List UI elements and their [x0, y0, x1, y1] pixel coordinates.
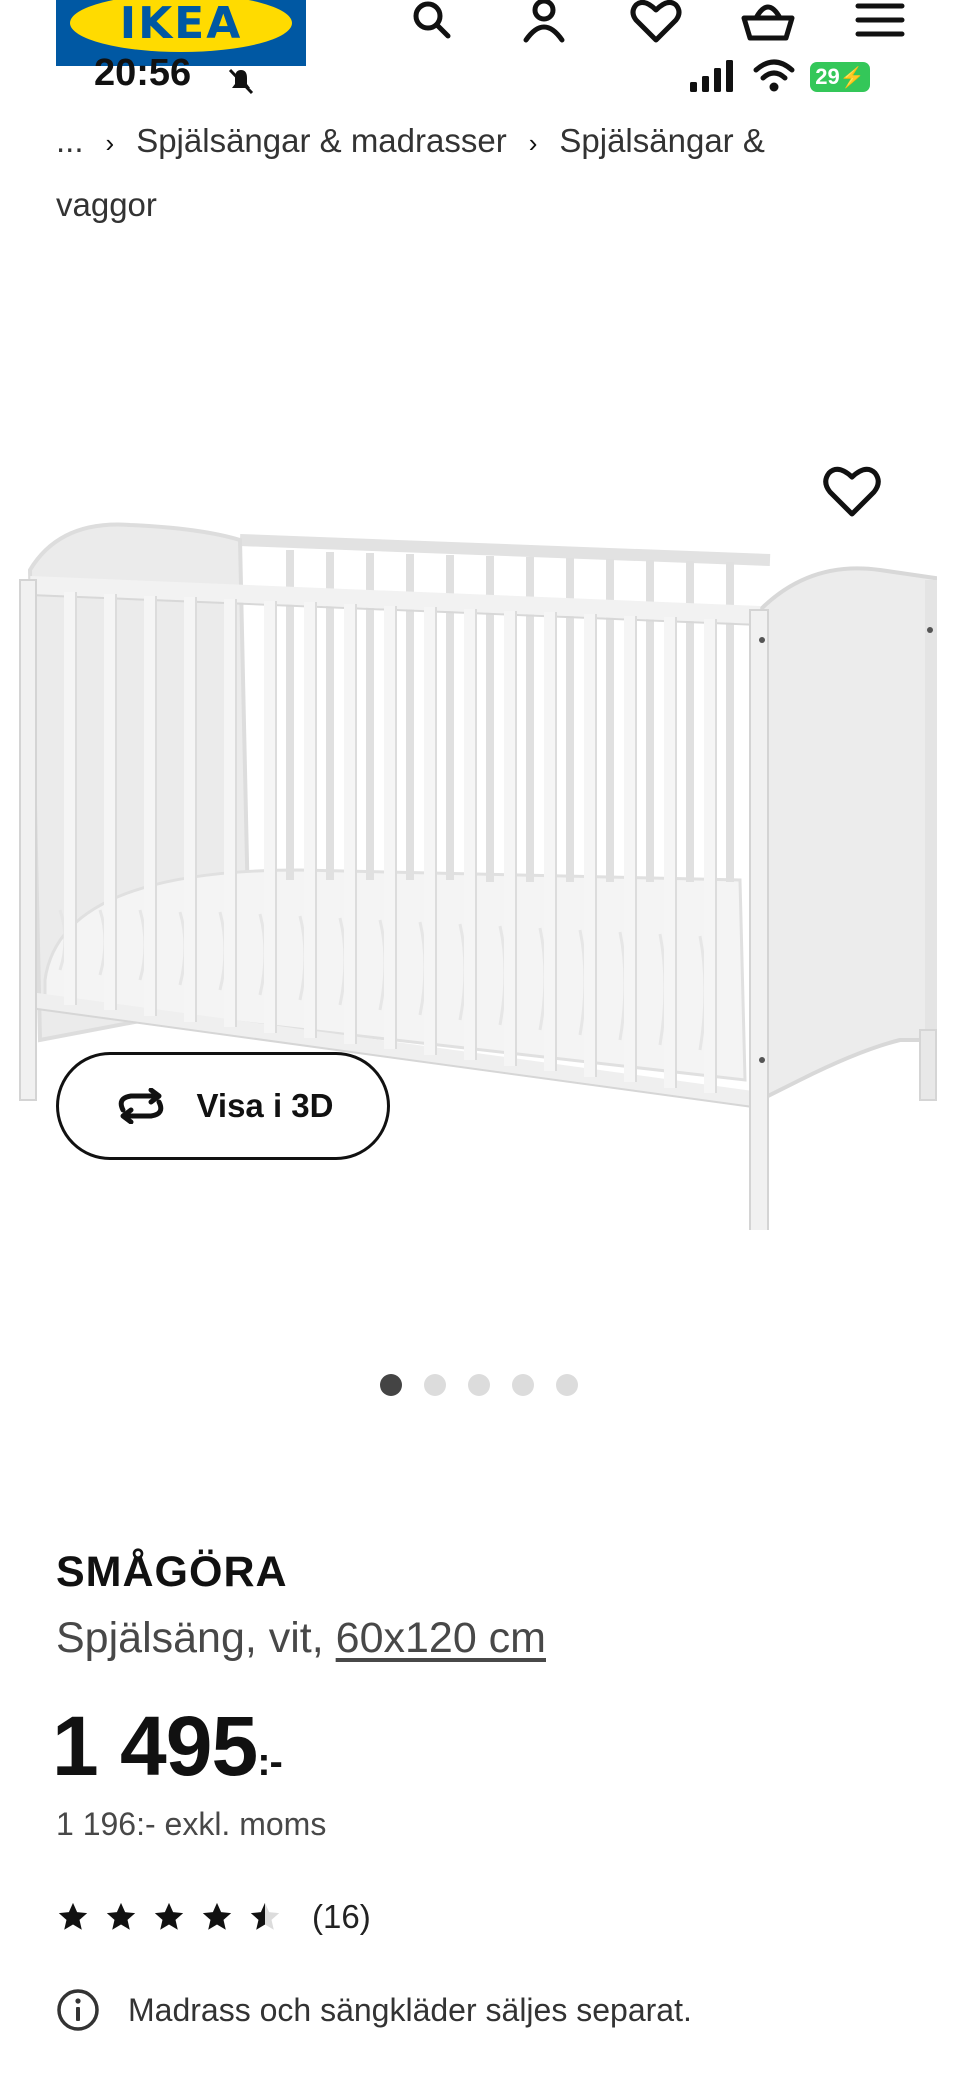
cart-icon[interactable]: [740, 0, 796, 44]
battery-level: 29: [815, 64, 840, 89]
chevron-right-icon: ›: [528, 128, 538, 158]
price-excl-vat: 1 196:- exkl. moms: [56, 1806, 327, 1842]
add-to-favorites-heart-icon[interactable]: [822, 464, 882, 520]
carousel-dot[interactable]: [380, 1374, 402, 1396]
breadcrumb-ellipsis[interactable]: ...: [56, 122, 84, 159]
product-rating[interactable]: (16): [56, 1898, 371, 1936]
product-notice: Madrass och sängkläder säljes separat.: [56, 1988, 692, 2032]
product-name: SMÅGÖRA: [56, 1548, 288, 1596]
wifi-icon: [753, 59, 795, 92]
chevron-right-icon: ›: [105, 128, 115, 158]
image-carousel-dots: [380, 1374, 578, 1396]
logo-text: IKEA: [70, 0, 292, 52]
product-size-link[interactable]: 60x120 cm: [336, 1614, 546, 1662]
notice-text: Madrass och sängkläder säljes separat.: [128, 1991, 692, 2028]
carousel-dot[interactable]: [512, 1374, 534, 1396]
heart-icon[interactable]: [628, 0, 684, 44]
star-full-icon: [58, 1902, 88, 1930]
product-description: Spjälsäng, vit, 60x120 cm: [56, 1614, 546, 1663]
info-icon: [57, 1989, 99, 2031]
carousel-dot[interactable]: [468, 1374, 490, 1396]
product-price: 1 495:-: [52, 1698, 283, 1795]
signal-icon: [690, 60, 733, 92]
rotate-3d-icon: [118, 1088, 163, 1124]
product-type: Spjälsäng, vit,: [56, 1614, 324, 1662]
review-count[interactable]: (16): [312, 1898, 371, 1936]
breadcrumb: ... › Spjälsängar & madrasser › Spjälsängar …: [56, 110, 856, 236]
star-full-icon: [202, 1902, 232, 1930]
view-3d-button[interactable]: Visa i 3D: [56, 1052, 390, 1160]
price-value: 1 495: [52, 1699, 258, 1793]
carousel-dot[interactable]: [424, 1374, 446, 1396]
breadcrumb-item[interactable]: Spjälsängar & madrasser: [136, 122, 507, 159]
battery-indicator: 29 ⚡: [810, 62, 870, 92]
search-icon[interactable]: [404, 0, 460, 44]
mute-bell-icon: [228, 68, 254, 95]
star-full-icon: [106, 1902, 136, 1930]
menu-icon[interactable]: [852, 0, 908, 44]
view-3d-label: Visa i 3D: [196, 1087, 334, 1124]
price-suffix: :-: [257, 1740, 283, 1784]
star-full-icon: [154, 1902, 184, 1930]
status-time: 20:56: [94, 52, 192, 94]
star-half-icon: [250, 1902, 280, 1930]
carousel-dot[interactable]: [556, 1374, 578, 1396]
user-icon[interactable]: [516, 0, 572, 44]
